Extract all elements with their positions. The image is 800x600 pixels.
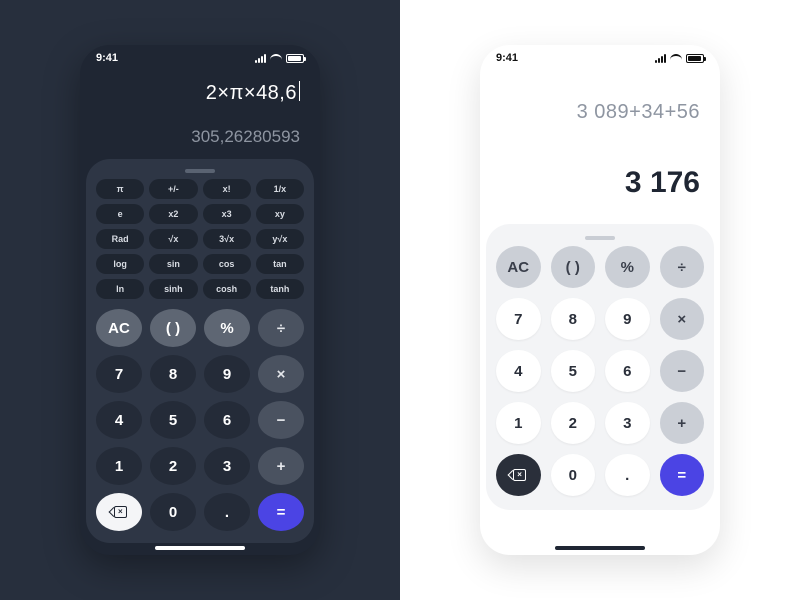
- key-sign[interactable]: +/-: [149, 179, 197, 199]
- key-backspace[interactable]: ×: [496, 454, 541, 496]
- key-4[interactable]: 4: [96, 401, 142, 439]
- key-subtract[interactable]: −: [660, 350, 705, 392]
- key-backspace[interactable]: ×: [96, 493, 142, 531]
- key-ac[interactable]: AC: [496, 246, 541, 288]
- status-icons: [255, 54, 304, 63]
- key-6[interactable]: 6: [204, 401, 250, 439]
- key-tan[interactable]: tan: [256, 254, 304, 274]
- drag-handle-icon[interactable]: [185, 169, 215, 173]
- key-divide[interactable]: ÷: [660, 246, 705, 288]
- key-multiply[interactable]: ×: [258, 355, 304, 393]
- battery-icon: [286, 54, 304, 63]
- keypad-panel: π +/- x! 1/x e x2 x3 xy Rad √x 3√x y√x l…: [86, 159, 314, 543]
- key-sin[interactable]: sin: [149, 254, 197, 274]
- calculator-phone-light: 9:41 3 089+34+56 3 176 AC ( ) % ÷: [480, 45, 720, 555]
- result-line: 305,26280593: [100, 127, 300, 147]
- key-7[interactable]: 7: [96, 355, 142, 393]
- key-9[interactable]: 9: [605, 298, 650, 340]
- key-divide[interactable]: ÷: [258, 309, 304, 347]
- calculator-display: 2×π×48,6 305,26280593: [80, 71, 320, 153]
- key-9[interactable]: 9: [204, 355, 250, 393]
- backspace-icon: ×: [510, 469, 526, 481]
- drag-handle-icon[interactable]: [585, 236, 615, 240]
- key-pi[interactable]: π: [96, 179, 144, 199]
- calculator-display: 3 089+34+56 3 176: [480, 71, 720, 206]
- key-dot[interactable]: .: [605, 454, 650, 496]
- keypad-panel: AC ( ) % ÷ 7 8 9 × 4 5 6 − 1 2 3 + ×: [486, 224, 714, 510]
- key-factorial[interactable]: x!: [203, 179, 251, 199]
- calculator-phone-dark: 9:41 2×π×48,6 305,26280593 π +/- x: [80, 45, 320, 555]
- key-percent[interactable]: %: [605, 246, 650, 288]
- key-6[interactable]: 6: [605, 350, 650, 392]
- key-add[interactable]: +: [258, 447, 304, 485]
- key-0[interactable]: 0: [150, 493, 196, 531]
- main-keys: AC ( ) % ÷ 7 8 9 × 4 5 6 − 1 2 3 + ×: [496, 246, 704, 496]
- key-ln[interactable]: ln: [96, 279, 144, 299]
- cellular-icon: [255, 54, 266, 63]
- key-8[interactable]: 8: [551, 298, 596, 340]
- status-bar: 9:41: [480, 45, 720, 71]
- key-paren[interactable]: ( ): [150, 309, 196, 347]
- key-dot[interactable]: .: [204, 493, 250, 531]
- key-e[interactable]: e: [96, 204, 144, 224]
- key-tanh[interactable]: tanh: [256, 279, 304, 299]
- status-time: 9:41: [496, 52, 518, 64]
- scientific-keys: π +/- x! 1/x e x2 x3 xy Rad √x 3√x y√x l…: [96, 179, 304, 299]
- backspace-icon: ×: [111, 506, 127, 518]
- key-cos[interactable]: cos: [203, 254, 251, 274]
- key-recip[interactable]: 1/x: [256, 179, 304, 199]
- key-8[interactable]: 8: [150, 355, 196, 393]
- key-2[interactable]: 2: [551, 402, 596, 444]
- key-log[interactable]: log: [96, 254, 144, 274]
- key-1[interactable]: 1: [496, 402, 541, 444]
- key-3[interactable]: 3: [605, 402, 650, 444]
- key-add[interactable]: +: [660, 402, 705, 444]
- key-cosh[interactable]: cosh: [203, 279, 251, 299]
- status-icons: [655, 54, 704, 63]
- key-2[interactable]: 2: [150, 447, 196, 485]
- main-keys: AC ( ) % ÷ 7 8 9 × 4 5 6 − 1 2 3 + ×: [96, 309, 304, 531]
- key-5[interactable]: 5: [551, 350, 596, 392]
- key-subtract[interactable]: −: [258, 401, 304, 439]
- home-indicator-icon[interactable]: [555, 546, 645, 550]
- key-x3[interactable]: x3: [203, 204, 251, 224]
- text-cursor-icon: [299, 81, 300, 101]
- result-line: 3 176: [500, 166, 700, 200]
- key-7[interactable]: 7: [496, 298, 541, 340]
- key-ac[interactable]: AC: [96, 309, 142, 347]
- key-x2[interactable]: x2: [149, 204, 197, 224]
- key-equals[interactable]: =: [258, 493, 304, 531]
- key-percent[interactable]: %: [204, 309, 250, 347]
- key-3[interactable]: 3: [204, 447, 250, 485]
- key-cbrt[interactable]: 3√x: [203, 229, 251, 249]
- key-paren[interactable]: ( ): [551, 246, 596, 288]
- key-equals[interactable]: =: [660, 454, 705, 496]
- key-yroot[interactable]: y√x: [256, 229, 304, 249]
- key-1[interactable]: 1: [96, 447, 142, 485]
- expression-line: 2×π×48,6: [100, 81, 300, 105]
- battery-icon: [686, 54, 704, 63]
- cellular-icon: [655, 54, 666, 63]
- status-bar: 9:41: [80, 45, 320, 71]
- home-indicator-icon[interactable]: [155, 546, 245, 550]
- key-xy[interactable]: xy: [256, 204, 304, 224]
- key-4[interactable]: 4: [496, 350, 541, 392]
- key-multiply[interactable]: ×: [660, 298, 705, 340]
- key-5[interactable]: 5: [150, 401, 196, 439]
- key-sqrt[interactable]: √x: [149, 229, 197, 249]
- wifi-icon: [270, 54, 282, 63]
- expression-line: 3 089+34+56: [500, 101, 700, 124]
- wifi-icon: [670, 54, 682, 63]
- expression-text: 2×π×48,6: [206, 82, 297, 104]
- key-0[interactable]: 0: [551, 454, 596, 496]
- key-rad[interactable]: Rad: [96, 229, 144, 249]
- status-time: 9:41: [96, 52, 118, 64]
- key-sinh[interactable]: sinh: [149, 279, 197, 299]
